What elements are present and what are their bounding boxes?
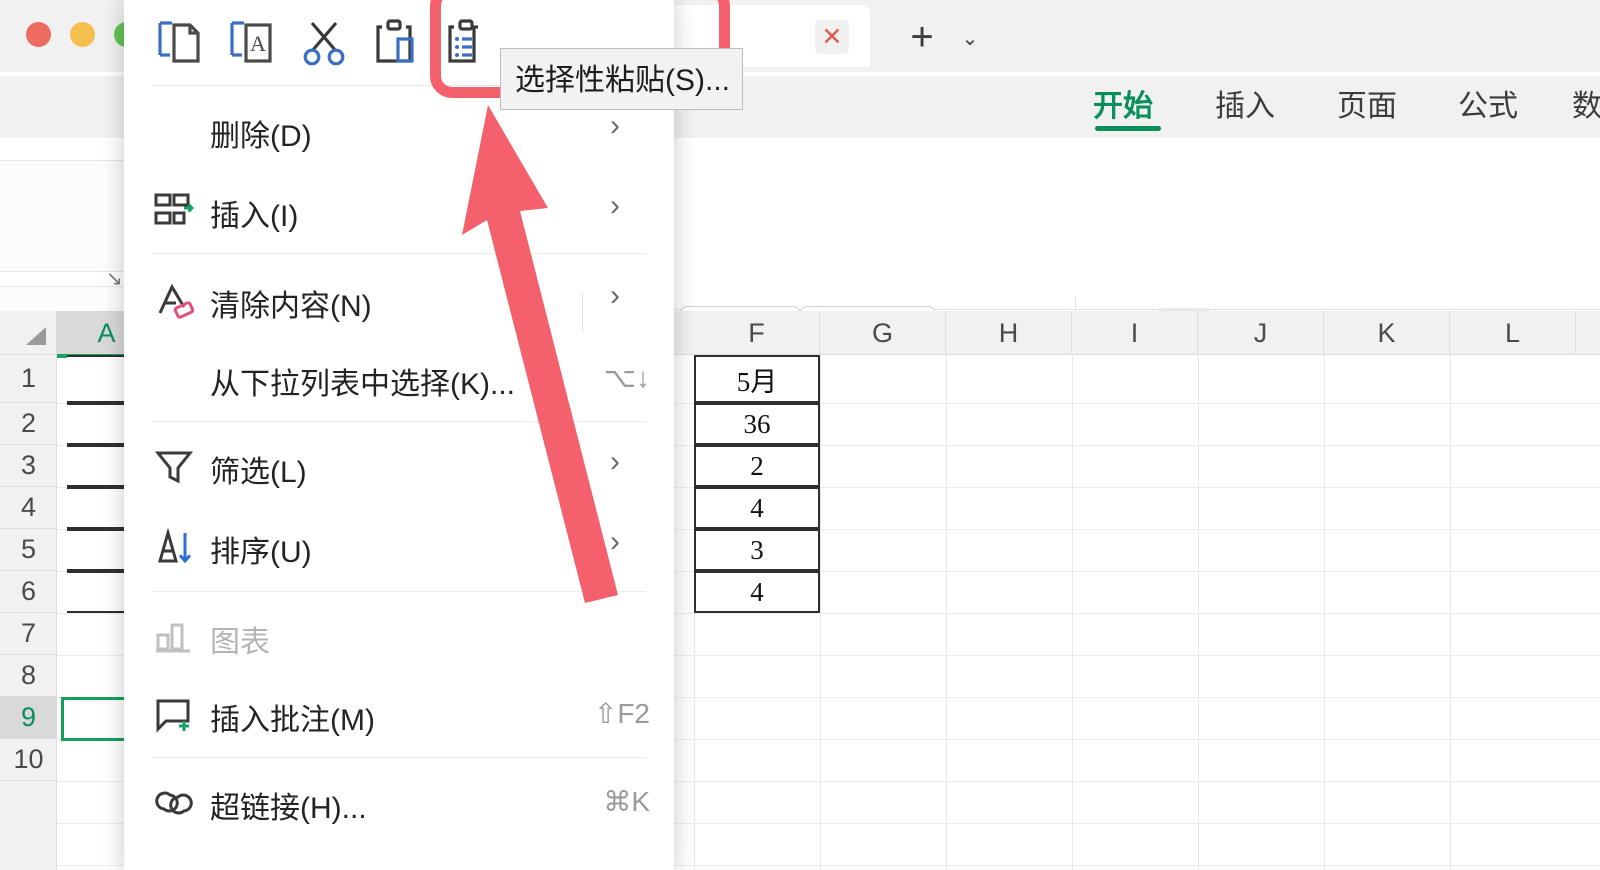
column-header-G[interactable]: G xyxy=(820,311,946,355)
row-header-3[interactable]: 3 xyxy=(0,445,57,487)
menu-separator xyxy=(152,757,646,758)
tab-page[interactable]: 页面 xyxy=(1337,81,1397,137)
chart-icon xyxy=(152,615,196,659)
menu-item-label: 删除(D) xyxy=(210,120,312,153)
column-header-L[interactable]: L xyxy=(1450,311,1576,355)
ribbon-group-clipboard xyxy=(0,160,142,272)
menu-item-label: 图表 xyxy=(210,626,270,659)
active-tab-underline xyxy=(1095,126,1161,131)
cell-F4[interactable]: 4 xyxy=(694,487,820,529)
column-header-F[interactable]: F xyxy=(694,311,820,355)
copy-icon[interactable] xyxy=(152,15,210,71)
clear-content-icon xyxy=(152,279,196,323)
menu-item-label: 排序(U) xyxy=(210,536,312,569)
close-window-button[interactable] xyxy=(26,22,51,47)
app-window: ✕ + ⌄ 文件 开始 插入 页面 公式 数 ⌄ 11 xyxy=(0,0,1600,870)
chevron-down-icon[interactable]: ⌄ xyxy=(953,23,987,53)
row-header-6[interactable]: 6 xyxy=(0,571,57,613)
cell-F5[interactable]: 3 xyxy=(694,529,820,571)
dialog-launcher-icon[interactable]: ↘ xyxy=(106,266,123,291)
link-icon xyxy=(152,781,196,825)
svg-text:A: A xyxy=(250,31,266,56)
comment-icon xyxy=(152,693,196,737)
menu-item-insert-comment[interactable]: 插入批注(M) ⇧F2 xyxy=(124,681,674,749)
insert-rows-icon xyxy=(152,189,196,233)
row-header-4[interactable]: 4 xyxy=(0,487,57,529)
minimize-window-button[interactable] xyxy=(70,22,95,47)
select-all-corner[interactable] xyxy=(0,311,57,355)
menu-item-label: 插入批注(M) xyxy=(210,704,375,737)
menu-item-label: 超链接(H)... xyxy=(210,792,367,825)
tab-insert[interactable]: 插入 xyxy=(1215,81,1275,137)
cell-F3[interactable]: 2 xyxy=(694,445,820,487)
menu-item-hyperlink[interactable]: 超链接(H)... ⌘K xyxy=(124,769,674,837)
row-header-7[interactable]: 7 xyxy=(0,613,57,655)
tab-formula[interactable]: 公式 xyxy=(1458,81,1518,137)
row-header-5[interactable]: 5 xyxy=(0,529,57,571)
menu-item-label: 插入(I) xyxy=(210,200,299,233)
menu-item-label: 筛选(L) xyxy=(210,456,307,489)
column-header-J[interactable]: J xyxy=(1198,311,1324,355)
row-header-10[interactable]: 10 xyxy=(0,739,57,781)
window-controls xyxy=(26,22,139,47)
menu-item-label: 清除内容(N) xyxy=(210,290,372,323)
column-header-H[interactable]: H xyxy=(946,311,1072,355)
row-header-8[interactable]: 8 xyxy=(0,655,57,697)
close-icon[interactable]: ✕ xyxy=(815,20,849,54)
cell-F1[interactable]: 5月 xyxy=(694,355,820,403)
tab-start[interactable]: 开始 xyxy=(1093,81,1161,137)
annotation-arrow-icon xyxy=(462,105,618,603)
copy-as-text-icon[interactable]: A xyxy=(224,15,282,71)
tab-label: 开始 xyxy=(1093,90,1153,123)
row-header-2[interactable]: 2 xyxy=(0,403,57,445)
cell-F6[interactable]: 4 xyxy=(694,571,820,613)
tab-data[interactable]: 数 xyxy=(1572,81,1600,137)
tooltip-paste-special: 选择性粘贴(S)... xyxy=(500,48,743,110)
new-tab-icon[interactable]: + xyxy=(900,15,944,59)
cell-F2[interactable]: 36 xyxy=(694,403,820,445)
column-header-I[interactable]: I xyxy=(1072,311,1198,355)
triangle-icon xyxy=(26,327,46,345)
paste-icon[interactable] xyxy=(368,15,426,71)
menu-item-shortcut: ⌘K xyxy=(603,786,650,817)
row-header-band: 1 2 3 4 5 6 7 8 9 10 xyxy=(0,355,57,870)
filter-icon xyxy=(152,445,196,489)
row-header-1[interactable]: 1 xyxy=(0,355,57,403)
row-header-9[interactable]: 9 xyxy=(0,697,57,739)
menu-item-shortcut: ⇧F2 xyxy=(593,698,650,729)
sort-icon xyxy=(152,525,196,569)
column-header-K[interactable]: K xyxy=(1324,311,1450,355)
cut-icon[interactable] xyxy=(296,15,354,71)
